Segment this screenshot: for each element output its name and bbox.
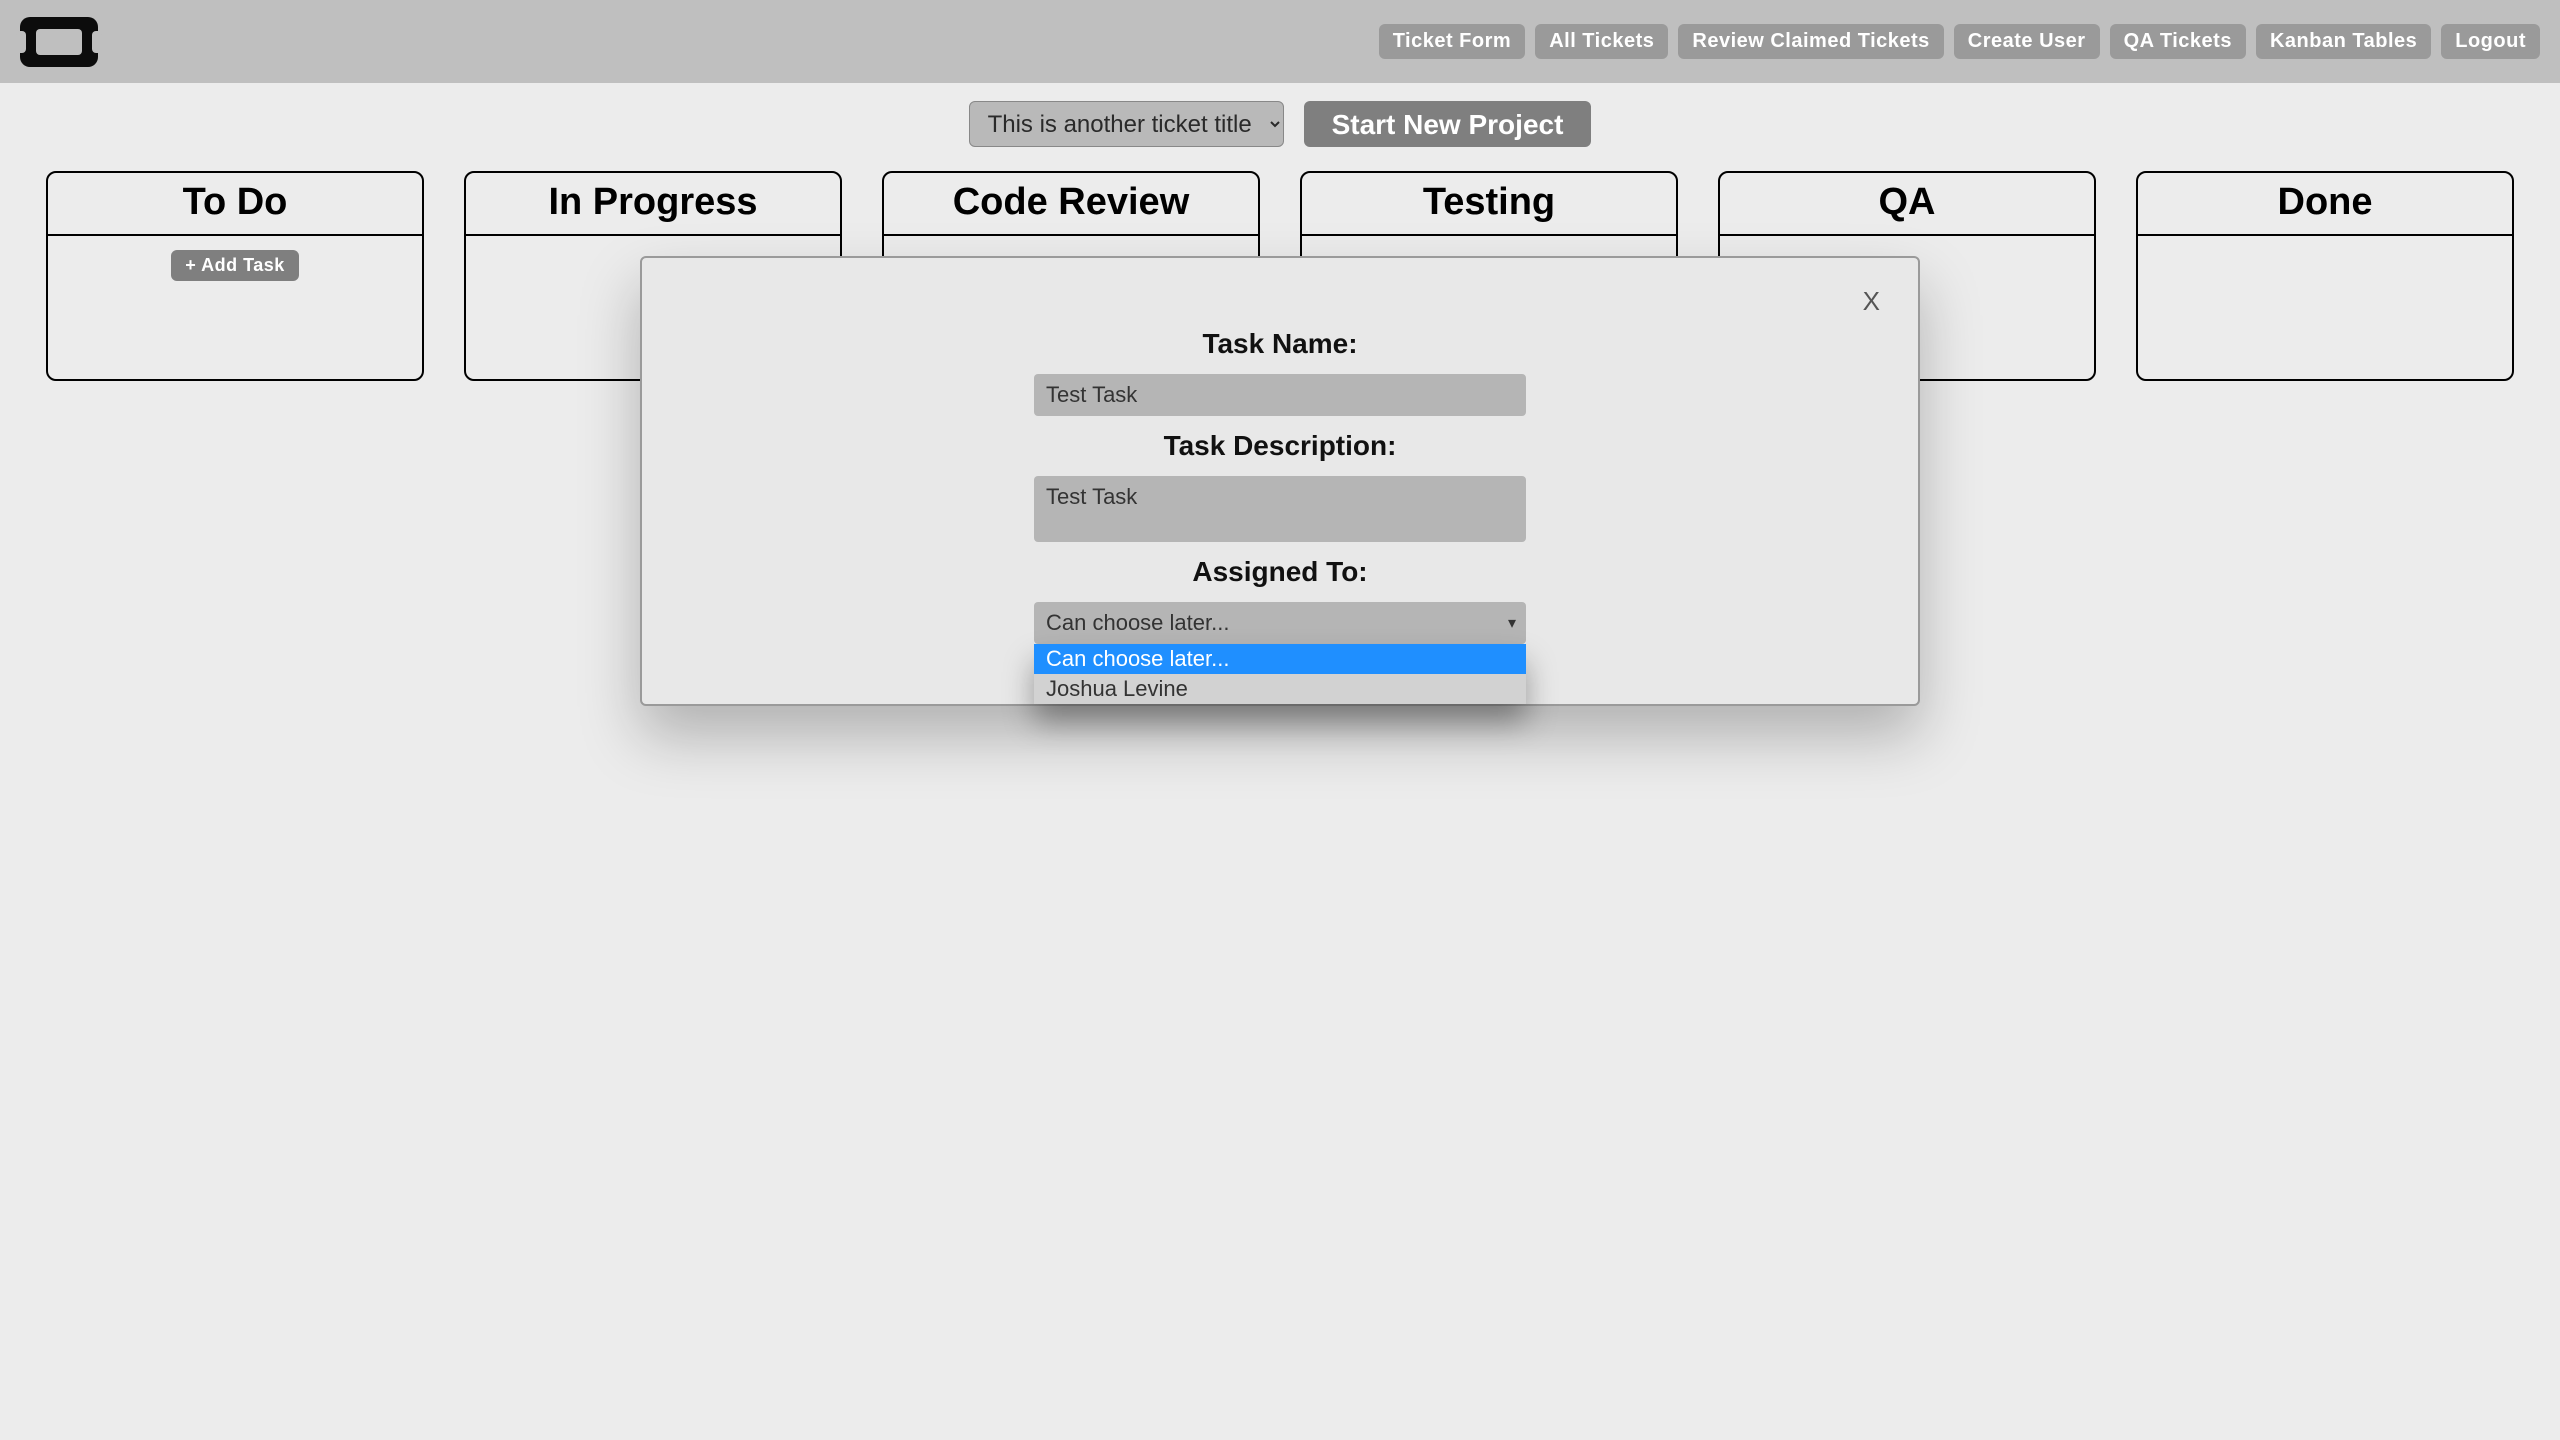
assigned-to-listbox: Can choose later... Joshua Levine xyxy=(1034,644,1526,704)
task-name-input[interactable] xyxy=(1034,374,1526,416)
start-new-project-button[interactable]: Start New Project xyxy=(1304,101,1592,147)
task-name-label: Task Name: xyxy=(1202,328,1357,360)
add-task-modal: X Task Name: Task Description: Assigned … xyxy=(640,256,1920,706)
add-task-button[interactable]: + Add Task xyxy=(171,250,299,281)
nav-qa-tickets[interactable]: QA Tickets xyxy=(2110,24,2246,59)
nav-kanban-tables[interactable]: Kanban Tables xyxy=(2256,24,2431,59)
toolbar: This is another ticket title Start New P… xyxy=(0,101,2560,147)
assigned-option[interactable]: Joshua Levine xyxy=(1034,674,1526,704)
project-select[interactable]: This is another ticket title xyxy=(969,101,1284,147)
assigned-option[interactable]: Can choose later... xyxy=(1034,644,1526,674)
column-title: In Progress xyxy=(466,173,840,236)
column-title: Code Review xyxy=(884,173,1258,236)
task-description-label: Task Description: xyxy=(1164,430,1397,462)
column-todo: To Do + Add Task xyxy=(46,171,424,381)
nav-all-tickets[interactable]: All Tickets xyxy=(1535,24,1668,59)
assigned-to-label: Assigned To: xyxy=(1192,556,1367,588)
column-title: QA xyxy=(1720,173,2094,236)
ticket-logo xyxy=(20,17,98,67)
nav-ticket-form[interactable]: Ticket Form xyxy=(1379,24,1526,59)
nav-logout[interactable]: Logout xyxy=(2441,24,2540,59)
close-button[interactable]: X xyxy=(1863,286,1880,317)
column-done: Done xyxy=(2136,171,2514,381)
nav: Ticket Form All Tickets Review Claimed T… xyxy=(1379,24,2540,59)
column-title: Done xyxy=(2138,173,2512,236)
nav-review-claimed-tickets[interactable]: Review Claimed Tickets xyxy=(1678,24,1943,59)
column-title: To Do xyxy=(48,173,422,236)
topbar: Ticket Form All Tickets Review Claimed T… xyxy=(0,0,2560,83)
column-title: Testing xyxy=(1302,173,1676,236)
task-description-input[interactable] xyxy=(1034,476,1526,542)
assigned-to-select[interactable]: Can choose later... xyxy=(1034,602,1526,644)
nav-create-user[interactable]: Create User xyxy=(1954,24,2100,59)
